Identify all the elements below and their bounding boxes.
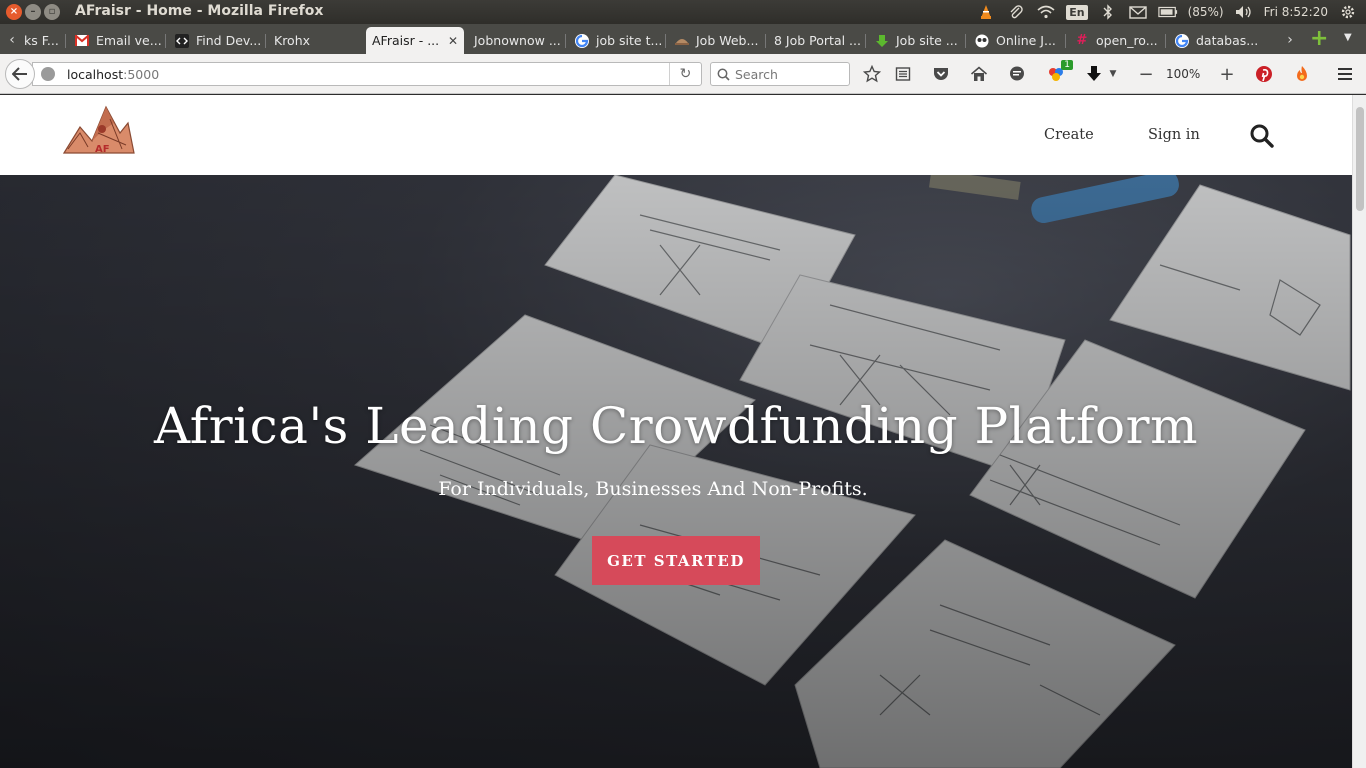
back-button[interactable] <box>5 59 35 89</box>
tab-1[interactable]: ks F... <box>18 27 66 54</box>
tab-12[interactable]: # open_ro... <box>1068 27 1166 54</box>
tab-label: job site t... <box>596 33 663 48</box>
tabs-scroll-right-icon[interactable]: › <box>1280 29 1300 51</box>
tab-strip: ‹ ks F... Email ve... Find Dev... Krohx … <box>0 24 1366 54</box>
tab-4[interactable]: Krohx <box>268 27 366 54</box>
mail-icon[interactable] <box>1128 3 1148 21</box>
google-icon <box>574 33 590 49</box>
zoom-out-icon[interactable]: − <box>1135 64 1157 85</box>
wifi-icon[interactable] <box>1036 3 1056 21</box>
tab-label: Email ve... <box>96 33 162 48</box>
home-icon[interactable] <box>968 64 990 84</box>
tab-label: Job site ... <box>896 33 958 48</box>
paperclip-icon[interactable] <box>1006 3 1026 21</box>
afraisr-logo[interactable]: AF <box>62 103 136 157</box>
tab-13[interactable]: databas... <box>1168 27 1272 54</box>
hat-icon <box>674 33 690 49</box>
tab-label: ks F... <box>24 33 59 48</box>
tab-3[interactable]: Find Dev... <box>168 27 266 54</box>
page-scrollbar[interactable] <box>1352 95 1366 768</box>
code-icon <box>174 33 190 49</box>
hero-section: Africa's Leading Crowdfunding Platform F… <box>0 175 1352 768</box>
window-title: AFraisr - Home - Mozilla Firefox <box>75 3 324 19</box>
keyboard-layout-indicator[interactable]: En <box>1066 4 1088 20</box>
clock[interactable]: Fri 8:52:20 <box>1264 5 1328 19</box>
tab-label: open_ro... <box>1096 33 1158 48</box>
tab-label: Online J... <box>996 33 1056 48</box>
battery-icon[interactable] <box>1157 3 1178 21</box>
hero-subtitle-text: For Individuals, Businesses And Non-Prof… <box>438 478 868 500</box>
scrollbar-thumb[interactable] <box>1356 107 1364 211</box>
tab-2[interactable]: Email ve... <box>68 27 166 54</box>
pinterest-icon[interactable] <box>1253 64 1275 84</box>
tab-6[interactable]: Jobnownow ... <box>468 27 566 54</box>
nav-create-link[interactable]: Create <box>1044 127 1094 143</box>
downloads-dropdown-chevron-down-icon[interactable]: ▼ <box>1106 64 1120 84</box>
bookmark-star-icon[interactable] <box>861 64 883 84</box>
url-port: :5000 <box>123 66 160 82</box>
new-tab-plus-icon[interactable]: + <box>1310 28 1328 50</box>
vlc-icon[interactable] <box>976 3 996 21</box>
url-host: localhost <box>67 66 124 82</box>
tab-10[interactable]: Job site ... <box>868 27 966 54</box>
site-identity-icon[interactable] <box>41 67 55 81</box>
slack-icon: # <box>1076 33 1088 48</box>
session-gear-icon[interactable] <box>1338 3 1358 21</box>
zoom-in-icon[interactable]: + <box>1216 64 1238 85</box>
system-tray: En (85%) Fri 8:52:20 <box>976 0 1358 24</box>
tab-5-active[interactable]: AFraisr - ... ✕ <box>366 27 464 54</box>
hero-background-sticky-notes-image <box>0 175 1352 768</box>
hero-title: Africa's Leading Crowdfunding Platform <box>154 397 1198 455</box>
window-titlebar: × – ▫ AFraisr - Home - Mozilla Firefox E… <box>0 0 1366 24</box>
zoom-level[interactable]: 100% <box>1166 67 1200 81</box>
tab-label: Krohx <box>274 33 311 48</box>
hero-subtitle: For Individuals, Businesses And Non-Prof… <box>0 478 1352 500</box>
tab-11[interactable]: Online J... <box>968 27 1066 54</box>
download-arrow-icon <box>874 33 890 49</box>
addon-badge: 1 <box>1061 60 1073 70</box>
tab-label: Find Dev... <box>196 33 262 48</box>
tab-list-chevron-down-icon[interactable]: ▼ <box>1344 32 1352 43</box>
tab-label: AFraisr - ... <box>372 33 440 48</box>
google-icon <box>1174 33 1190 49</box>
logo-text: AF <box>95 144 110 155</box>
search-icon <box>717 68 730 81</box>
downloads-icon[interactable] <box>1083 64 1105 84</box>
addon-colorful-icon[interactable]: 1 <box>1045 60 1073 84</box>
search-box[interactable] <box>710 62 850 86</box>
url-bar[interactable]: localhost:5000 ↻ <box>32 62 702 86</box>
tab-close-icon[interactable]: ✕ <box>440 34 458 48</box>
gmail-icon <box>74 33 90 49</box>
pocket-icon[interactable] <box>930 64 952 84</box>
volume-icon[interactable] <box>1234 3 1254 21</box>
tab-label: Job Web... <box>696 33 759 48</box>
tab-7[interactable]: job site t... <box>568 27 666 54</box>
navigation-toolbar: localhost:5000 ↻ 1 ▼ − 100% + <box>0 54 1366 94</box>
window-close-button[interactable]: × <box>6 4 22 20</box>
site-header: AF Create Sign in <box>0 95 1352 175</box>
fire-addon-icon[interactable] <box>1291 64 1313 84</box>
tab-label: databas... <box>1196 33 1259 48</box>
owl-icon <box>974 33 990 49</box>
tab-label: 8 Job Portal ... <box>774 33 861 48</box>
hamburger-menu-icon[interactable] <box>1334 64 1356 84</box>
tab-label: Jobnownow ... <box>474 33 561 48</box>
tab-8[interactable]: Job Web... <box>668 27 766 54</box>
tab-9[interactable]: 8 Job Portal ... <box>768 27 866 54</box>
back-arrow-icon <box>12 67 27 81</box>
web-page: AF Create Sign in Africa's Leading Crowd… <box>0 95 1366 768</box>
chat-icon[interactable] <box>1006 64 1028 84</box>
reader-view-icon[interactable] <box>892 64 914 84</box>
get-started-button[interactable]: GET STARTED <box>592 536 760 585</box>
nav-signin-link[interactable]: Sign in <box>1148 127 1200 143</box>
reload-icon[interactable]: ↻ <box>669 63 701 85</box>
site-search-icon[interactable] <box>1249 123 1275 149</box>
window-maximize-button[interactable]: ▫ <box>44 4 60 20</box>
battery-percentage: (85%) <box>1187 5 1224 19</box>
search-input[interactable] <box>735 66 845 82</box>
bluetooth-icon[interactable] <box>1098 3 1118 21</box>
window-minimize-button[interactable]: – <box>25 4 41 20</box>
